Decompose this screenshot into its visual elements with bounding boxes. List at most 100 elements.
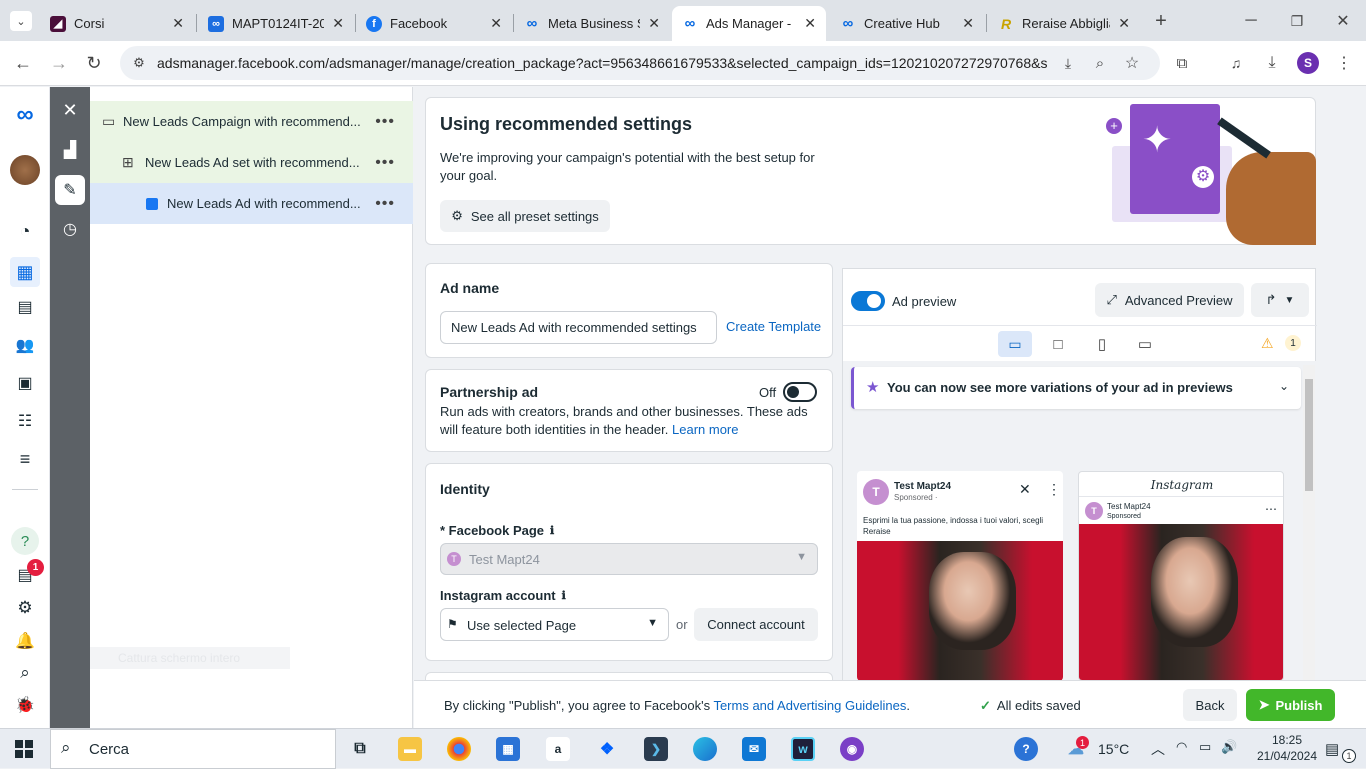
bug-report-icon[interactable]: 🐞 bbox=[13, 693, 37, 717]
battery-icon[interactable]: ▭ bbox=[1199, 739, 1211, 755]
webex-icon[interactable]: w bbox=[791, 737, 815, 761]
tab-facebook[interactable]: f Facebook ✕ bbox=[356, 6, 512, 41]
tab-search-icon[interactable]: ⌄ bbox=[10, 11, 32, 31]
forward-arrow-icon[interactable]: → bbox=[48, 52, 70, 74]
warning-icon[interactable]: ⚠ bbox=[1261, 335, 1274, 352]
facebook-page-select[interactable]: T Test Mapt24 ▼ bbox=[440, 543, 818, 575]
ad-preview-toggle[interactable] bbox=[851, 291, 885, 311]
minimize-icon[interactable]: ─ bbox=[1240, 10, 1262, 32]
connect-account-button[interactable]: Connect account bbox=[694, 608, 818, 641]
close-tab-icon[interactable]: ✕ bbox=[1118, 15, 1130, 32]
tab-corsi[interactable]: ◢ Corsi ✕ bbox=[40, 6, 194, 41]
audiences-icon[interactable]: 👥 bbox=[13, 333, 37, 357]
close-tab-icon[interactable]: ✕ bbox=[804, 15, 816, 32]
charts-icon[interactable]: ▟ bbox=[55, 135, 85, 165]
volume-icon[interactable]: 🔊 bbox=[1221, 739, 1237, 755]
close-tab-icon[interactable]: ✕ bbox=[490, 15, 502, 32]
more-options-icon[interactable]: ••• bbox=[375, 195, 395, 213]
chevron-up-icon[interactable]: ︿ bbox=[1151, 739, 1165, 759]
tree-adset-row[interactable]: ⊞ New Leads Ad set with recommend... ••• bbox=[90, 142, 413, 183]
tree-ad-row[interactable]: New Leads Ad with recommend... ••• bbox=[90, 183, 413, 224]
close-editor-icon[interactable]: ✕ bbox=[55, 95, 85, 125]
back-button[interactable]: Back bbox=[1183, 689, 1237, 721]
close-tab-icon[interactable]: ✕ bbox=[648, 15, 660, 32]
media-control-icon[interactable]: ♫ bbox=[1226, 53, 1246, 73]
amazon-icon[interactable]: a bbox=[546, 737, 570, 761]
search-icon[interactable]: ⌕ bbox=[13, 661, 37, 685]
publish-button[interactable]: ➤ Publish bbox=[1246, 689, 1335, 721]
variations-banner[interactable]: ★ You can now see more variations of you… bbox=[851, 367, 1301, 409]
tab-meta-business[interactable]: ∞ Meta Business S ✕ bbox=[514, 6, 670, 41]
notification-center-icon[interactable]: ▤ bbox=[1325, 740, 1339, 758]
account-avatar[interactable] bbox=[10, 155, 40, 185]
close-tab-icon[interactable]: ✕ bbox=[172, 15, 184, 32]
windows-start-icon[interactable] bbox=[15, 740, 33, 758]
desktop-mobile-view-icon[interactable]: ▭ bbox=[998, 331, 1032, 357]
tab-mapt[interactable]: ∞ MAPT0124IT-20 ✕ bbox=[198, 6, 354, 41]
create-template-link[interactable]: Create Template bbox=[726, 319, 821, 334]
ad-name-input[interactable]: New Leads Ad with recommended settings bbox=[440, 311, 717, 344]
preview-scrollbar[interactable] bbox=[1303, 365, 1315, 681]
clock-date[interactable]: 21/04/2024 bbox=[1251, 749, 1323, 763]
close-tab-icon[interactable]: ✕ bbox=[332, 15, 344, 32]
store-icon[interactable]: ▦ bbox=[496, 737, 520, 761]
edge-icon[interactable] bbox=[693, 737, 717, 761]
edit-pencil-icon[interactable]: ✎ bbox=[55, 175, 85, 205]
all-tools-menu-icon[interactable]: ≡ bbox=[13, 447, 37, 471]
history-clock-icon[interactable]: ◷ bbox=[55, 214, 85, 244]
meta-logo-icon[interactable]: ∞ bbox=[13, 101, 37, 128]
dashboard-gauge-icon[interactable]: ◔ bbox=[13, 219, 37, 243]
tab-ads-manager[interactable]: ∞ Ads Manager - ✕ bbox=[672, 6, 826, 41]
file-explorer-icon[interactable]: ▬ bbox=[398, 737, 422, 761]
extensions-icon[interactable]: ⧉ bbox=[1172, 53, 1192, 73]
clock-time[interactable]: 18:25 bbox=[1263, 733, 1311, 747]
close-window-icon[interactable]: ✕ bbox=[1332, 10, 1354, 32]
task-view-icon[interactable]: ⧉ bbox=[348, 737, 372, 761]
info-icon[interactable]: ℹ bbox=[562, 589, 566, 602]
terms-link[interactable]: Terms and Advertising Guidelines bbox=[713, 698, 906, 713]
reports-icon[interactable]: ▤ bbox=[13, 295, 37, 319]
dropbox-icon[interactable]: ❖ bbox=[595, 737, 619, 761]
partnership-toggle[interactable] bbox=[783, 382, 817, 402]
learn-more-link[interactable]: Learn more bbox=[672, 422, 738, 437]
taskbar-search-box[interactable]: ⌕ Cerca bbox=[50, 729, 336, 769]
back-arrow-icon[interactable]: ← bbox=[12, 52, 34, 74]
vertical-view-icon[interactable]: ▯ bbox=[1091, 331, 1113, 357]
ad-library-icon[interactable]: ▣ bbox=[13, 371, 37, 395]
new-tab-icon[interactable]: + bbox=[1150, 10, 1172, 32]
reload-icon[interactable]: ↻ bbox=[83, 52, 105, 74]
close-tab-icon[interactable]: ✕ bbox=[962, 15, 974, 32]
bell-icon[interactable]: 🔔 bbox=[13, 629, 37, 653]
square-view-icon[interactable]: □ bbox=[1047, 331, 1069, 357]
more-options-icon[interactable]: ••• bbox=[375, 154, 395, 172]
help-icon[interactable]: ? bbox=[1014, 737, 1038, 761]
instagram-account-select[interactable]: ⚑ Use selected Page ▼ bbox=[440, 608, 669, 641]
bookmark-star-icon[interactable]: ☆ bbox=[1122, 53, 1142, 73]
horizontal-view-icon[interactable]: ▭ bbox=[1134, 331, 1156, 357]
advanced-preview-button[interactable]: ⤢ Advanced Preview bbox=[1095, 283, 1244, 317]
restore-icon[interactable]: ❐ bbox=[1286, 10, 1308, 32]
powershell-icon[interactable]: ❯ bbox=[644, 737, 668, 761]
settings-gear-icon[interactable]: ⚙ bbox=[13, 596, 37, 620]
zoom-icon[interactable]: ⌕ bbox=[1090, 53, 1110, 73]
share-button[interactable]: ↱ ▼ bbox=[1251, 283, 1309, 317]
info-icon[interactable]: ℹ bbox=[550, 524, 554, 537]
downloads-icon[interactable]: ⤓ bbox=[1262, 53, 1282, 73]
browser-menu-icon[interactable]: ⋮ bbox=[1334, 53, 1354, 73]
site-settings-icon[interactable]: ⚙ bbox=[130, 54, 148, 72]
mail-icon[interactable]: ✉ bbox=[742, 737, 766, 761]
github-desktop-icon[interactable]: ◉ bbox=[840, 737, 864, 761]
tab-reraise[interactable]: R Reraise Abbiglia ✕ bbox=[988, 6, 1140, 41]
wifi-icon[interactable]: ◠ bbox=[1176, 739, 1187, 755]
tab-creative-hub[interactable]: ∞ Creative Hub ✕ bbox=[830, 6, 984, 41]
campaigns-table-icon[interactable]: ▦ bbox=[10, 257, 40, 287]
tree-campaign-row[interactable]: ▭ New Leads Campaign with recommend... •… bbox=[90, 101, 413, 142]
install-app-icon[interactable]: ⤓ bbox=[1058, 53, 1078, 73]
profile-avatar[interactable]: S bbox=[1297, 52, 1319, 74]
chrome-icon[interactable] bbox=[447, 737, 471, 761]
see-preset-settings-button[interactable]: ⚙ See all preset settings bbox=[440, 200, 610, 232]
help-icon[interactable]: ? bbox=[11, 527, 39, 555]
more-options-icon[interactable]: ••• bbox=[375, 113, 395, 131]
url-bar[interactable]: ⚙ adsmanager.facebook.com/adsmanager/man… bbox=[120, 46, 1160, 80]
billing-icon[interactable]: ☷ bbox=[13, 409, 37, 433]
